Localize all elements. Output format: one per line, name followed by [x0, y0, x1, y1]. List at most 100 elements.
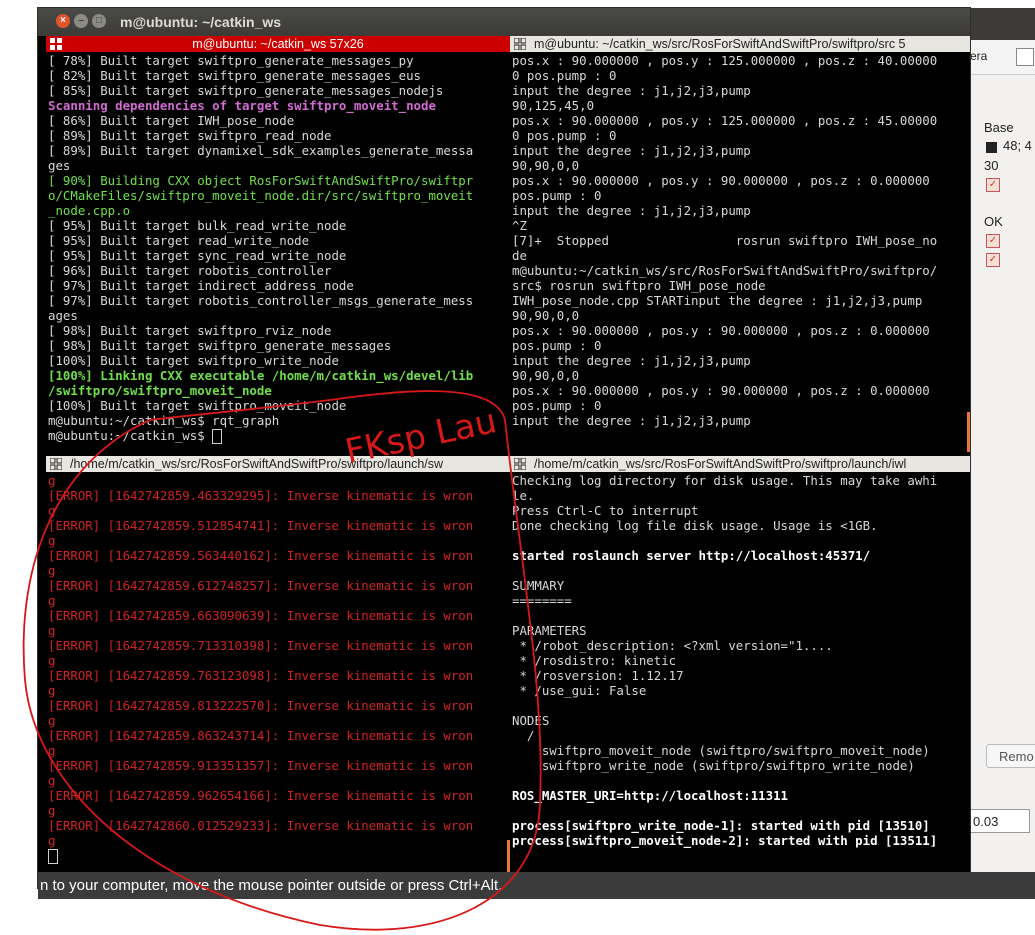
terminal-line: [ 78%] Built target swiftpro_generate_me…	[48, 53, 414, 68]
maximize-icon[interactable]: □	[92, 14, 106, 28]
terminal-line: [ 97%] Built target robotis_controller_m…	[48, 293, 474, 308]
terminal-pane-bottom-left[interactable]: /home/m/catkin_ws/src/RosForSwiftAndSwif…	[46, 456, 510, 872]
pane-title-text: m@ubuntu: ~/catkin_ws 57x26	[192, 37, 364, 51]
terminal-line: g	[48, 473, 56, 488]
background-app-panel: era Base 48; 4 30 ✓ OK ✓ ✓ Remo 0.03	[970, 40, 1035, 880]
terminal-line: [ 95%] Built target sync_read_write_node	[48, 248, 347, 263]
terminal-line: IWH_pose_node.cpp STARTinput the degree …	[512, 293, 923, 308]
pane-title-text: /home/m/catkin_ws/src/RosForSwiftAndSwif…	[534, 457, 907, 471]
terminal-line: 90,90,0,0	[512, 308, 580, 323]
terminal-line: [ERROR] [1642742859.763123098]: Inverse …	[48, 668, 474, 683]
color-swatch[interactable]	[986, 142, 997, 153]
terminal-line: SUMMARY	[512, 578, 565, 593]
terminal-line: * /use_gui: False	[512, 683, 647, 698]
terminal-line: 0 pos.pump : 0	[512, 128, 617, 143]
terminal-line: [ERROR] [1642742859.512854741]: Inverse …	[48, 518, 474, 533]
terminal-line: process[swiftpro_write_node-1]: started …	[512, 818, 930, 833]
terminal-line: pos.pump : 0	[512, 188, 602, 203]
terminal-line: m@ubuntu:~/catkin_ws/src/RosForSwiftAndS…	[512, 263, 938, 278]
split-grid-icon[interactable]	[50, 38, 62, 50]
terminal-line: 90,90,0,0	[512, 158, 580, 173]
terminal-window: × – □ m@ubuntu: ~/catkin_ws m@ubuntu: ~/…	[38, 8, 970, 888]
terminal-line: 0 pos.pump : 0	[512, 68, 617, 83]
pane-title-top-left: m@ubuntu: ~/catkin_ws 57x26	[46, 36, 510, 52]
terminal-line: m@ubuntu:~/catkin_ws$	[48, 428, 508, 444]
terminal-pane-top-left[interactable]: m@ubuntu: ~/catkin_ws 57x26 [ 78%] Built…	[46, 36, 510, 452]
terminal-line: g	[48, 653, 56, 668]
value-field[interactable]: 0.03	[970, 809, 1030, 833]
terminal-line: input the degree : j1,j2,j3,pump	[512, 143, 751, 158]
terminal-line: ges	[48, 158, 71, 173]
close-icon[interactable]: ×	[56, 14, 70, 28]
terminal-line: [ERROR] [1642742859.663090639]: Inverse …	[48, 608, 474, 623]
terminal-output-top-right[interactable]: pos.x : 90.000000 , pos.y : 125.000000 ,…	[512, 53, 968, 452]
scrollbar[interactable]	[967, 412, 970, 452]
terminal-output-top-left[interactable]: [ 78%] Built target swiftpro_generate_me…	[48, 53, 508, 452]
terminal-output-bottom-right[interactable]: Checking log directory for disk usage. T…	[512, 473, 968, 872]
terminal-line: Checking log directory for disk usage. T…	[512, 473, 938, 488]
split-grid-icon[interactable]	[514, 38, 526, 50]
terminal-line: g	[48, 503, 56, 518]
terminal-line: pos.pump : 0	[512, 338, 602, 353]
terminal-line: [ 89%] Built target swiftpro_read_node	[48, 128, 332, 143]
terminal-line: o/CMakeFiles/swiftpro_moveit_node.dir/sr…	[48, 188, 474, 203]
split-grid-icon[interactable]	[514, 458, 526, 470]
terminal-line: m@ubuntu:~/catkin_ws$ rqt_graph	[48, 413, 280, 428]
vm-status-bar: n to your computer, move the mouse point…	[38, 872, 1035, 899]
window-titlebar: × – □ m@ubuntu: ~/catkin_ws	[38, 8, 970, 36]
pane-title-text: m@ubuntu: ~/catkin_ws/src/RosForSwiftAnd…	[534, 37, 906, 51]
background-app-titlebar	[970, 8, 1035, 40]
terminal-pane-top-right[interactable]: m@ubuntu: ~/catkin_ws/src/RosForSwiftAnd…	[510, 36, 970, 452]
terminal-line: pos.pump : 0	[512, 398, 602, 413]
checkbox-1[interactable]: ✓	[986, 178, 1000, 192]
terminal-line: [ 85%] Built target swiftpro_generate_me…	[48, 83, 444, 98]
terminal-line: [ 90%] Building CXX object RosForSwiftAn…	[48, 173, 474, 188]
terminal-line: Press Ctrl-C to interrupt	[512, 503, 699, 518]
terminal-line: pos.x : 90.000000 , pos.y : 90.000000 , …	[512, 323, 930, 338]
window-title: m@ubuntu: ~/catkin_ws	[120, 14, 282, 30]
background-app-toolbar: era	[970, 40, 1035, 75]
toolbar-checkbox[interactable]	[1016, 48, 1034, 66]
terminal-line: input the degree : j1,j2,j3,pump	[512, 203, 751, 218]
terminal-line: [ERROR] [1642742859.813222570]: Inverse …	[48, 698, 474, 713]
terminal-line: [100%] Built target swiftpro_moveit_node	[48, 398, 347, 413]
terminal-line: input the degree : j1,j2,j3,pump	[512, 413, 751, 428]
terminal-line: le.	[512, 488, 535, 503]
terminal-line: [ 89%] Built target dynamixel_sdk_exampl…	[48, 143, 474, 158]
terminal-pane-bottom-right[interactable]: /home/m/catkin_ws/src/RosForSwiftAndSwif…	[510, 456, 970, 872]
terminal-line: g	[48, 713, 56, 728]
terminal-output-bottom-left[interactable]: g [ERROR] [1642742859.463329295]: Inverse…	[48, 473, 508, 872]
terminal-line: Done checking log file disk usage. Usage…	[512, 518, 878, 533]
pane-title-text: /home/m/catkin_ws/src/RosForSwiftAndSwif…	[70, 457, 444, 471]
terminal-line: /	[512, 728, 535, 743]
terminal-line: input the degree : j1,j2,j3,pump	[512, 353, 751, 368]
terminal-line: NODES	[512, 713, 550, 728]
color-value: 48; 4	[1003, 138, 1032, 153]
split-grid-icon[interactable]	[50, 458, 62, 470]
terminal-line: pos.x : 90.000000 , pos.y : 90.000000 , …	[512, 173, 930, 188]
terminal-line: [100%] Linking CXX executable /home/m/ca…	[48, 368, 474, 383]
terminal-line: pos.x : 90.000000 , pos.y : 90.000000 , …	[512, 383, 930, 398]
terminal-line: [ERROR] [1642742859.563440162]: Inverse …	[48, 548, 474, 563]
terminal-line: g	[48, 773, 56, 788]
terminal-line: [ERROR] [1642742859.863243714]: Inverse …	[48, 728, 474, 743]
terminal-line: [ 97%] Built target indirect_address_nod…	[48, 278, 354, 293]
checkbox-2[interactable]: ✓	[986, 234, 1000, 248]
terminal-line: [ERROR] [1642742859.463329295]: Inverse …	[48, 488, 474, 503]
checkbox-3[interactable]: ✓	[986, 253, 1000, 267]
cursor	[212, 429, 223, 444]
remove-button[interactable]: Remo	[986, 744, 1035, 768]
terminal-line: ========	[512, 593, 572, 608]
terminal-line: ages	[48, 308, 78, 323]
terminal-line: [7]+ Stopped rosrun swiftpro IWH_pose_no	[512, 233, 938, 248]
terminal-line: Scanning dependencies of target swiftpro…	[48, 98, 436, 113]
pane-title-bottom-left: /home/m/catkin_ws/src/RosForSwiftAndSwif…	[46, 456, 510, 472]
terminal-line: [ 98%] Built target swiftpro_rviz_node	[48, 323, 332, 338]
terminal-line: [ERROR] [1642742860.012529233]: Inverse …	[48, 818, 474, 833]
terminal-line: [ERROR] [1642742859.612748257]: Inverse …	[48, 578, 474, 593]
minimize-icon[interactable]: –	[74, 14, 88, 28]
terminal-line: [ERROR] [1642742859.713310398]: Inverse …	[48, 638, 474, 653]
cursor	[48, 849, 58, 864]
